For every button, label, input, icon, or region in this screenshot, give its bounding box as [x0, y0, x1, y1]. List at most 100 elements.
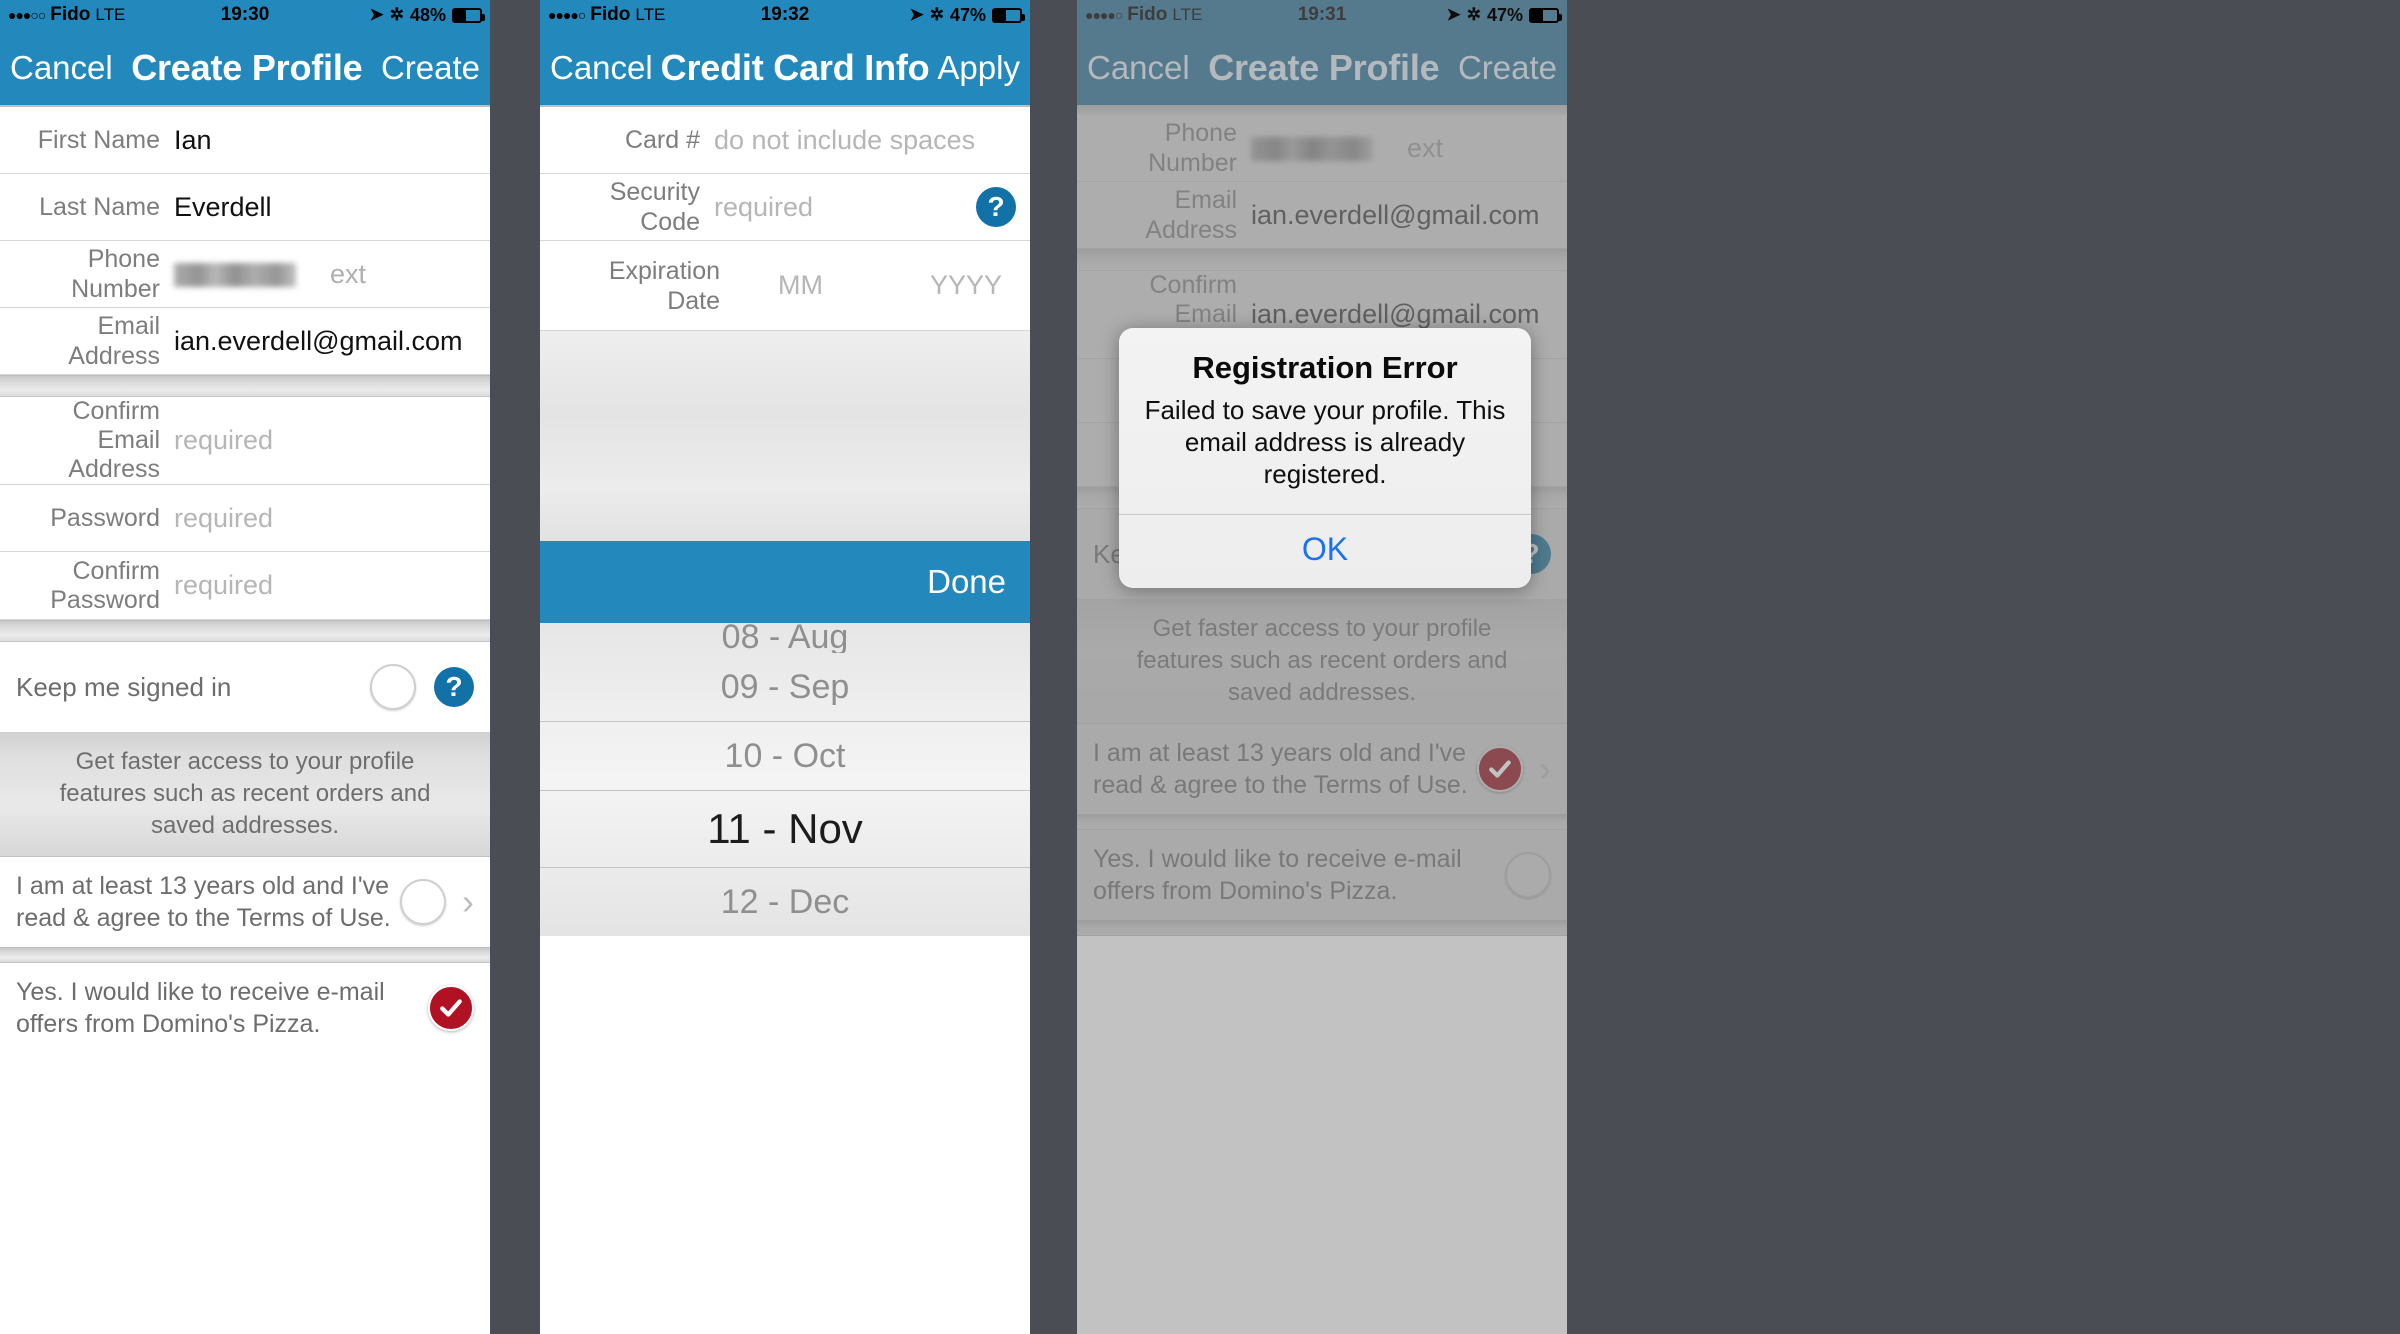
field-row-phone-number[interactable]: Phone Number ext [0, 241, 490, 308]
cancel-button[interactable]: Cancel [10, 49, 113, 87]
keep-signed-in-row[interactable]: Keep me signed in ? [0, 642, 490, 732]
status-bar-right: ➤ ✲ 47% [1446, 5, 1567, 26]
field-row-confirm-password[interactable]: Confirm Password required [0, 552, 490, 620]
chevron-right-icon[interactable]: › [462, 881, 474, 923]
field-row-first-name[interactable]: First Name Ian [0, 107, 490, 174]
status-bar-right: ➤ ✲ 47% [909, 5, 1030, 26]
offers-checkbox-checked[interactable] [428, 985, 474, 1031]
battery-icon [1529, 7, 1562, 23]
create-button[interactable]: Create [381, 49, 480, 87]
help-icon[interactable]: ? [976, 187, 1016, 227]
field-row-expiration-date[interactable]: Expiration Date MM YYYY [540, 241, 1030, 331]
apply-button[interactable]: Apply [937, 49, 1020, 87]
terms-checkbox[interactable] [400, 879, 446, 925]
expiration-month-input[interactable]: MM [778, 270, 823, 301]
redacted-phone-value [174, 263, 296, 288]
alert-body: Registration Error Failed to save your p… [1119, 328, 1531, 514]
keep-signed-in-note: Get faster access to your profile featur… [1077, 599, 1567, 724]
checkmark-icon [440, 999, 462, 1017]
status-bar: ●●●○○ Fido LTE 19:30 ➤ ✲ 48% [0, 0, 490, 30]
status-bar: ●●●●○ Fido LTE 19:31 ➤ ✲ 47% [1077, 0, 1567, 30]
field-row-last-name[interactable]: Last Name Everdell [0, 174, 490, 241]
field-row-phone-number[interactable]: Phone Number ext [1077, 115, 1567, 182]
email-address-input[interactable]: ian.everdell@gmail.com [174, 326, 463, 357]
bluetooth-icon: ✲ [1466, 5, 1481, 24]
confirm-email-input[interactable]: ian.everdell@gmail.com [1251, 299, 1540, 330]
phone-number-label: Phone Number [1148, 119, 1237, 177]
field-row-security-code[interactable]: Security Code required ? [540, 174, 1030, 241]
cancel-button[interactable]: Cancel [550, 49, 653, 87]
last-name-input[interactable]: Everdell [174, 192, 272, 223]
phone-number-input[interactable] [1251, 133, 1373, 164]
picker-toolbar: Done [540, 541, 1030, 623]
picker-option[interactable]: 09 - Sep [540, 653, 1030, 721]
first-name-label: First Name [37, 126, 160, 154]
offers-row[interactable]: Yes. I would like to receive e-mail offe… [0, 963, 490, 1053]
status-bar: ●●●●○ Fido LTE 19:32 ➤ ✲ 47% [540, 0, 1030, 30]
field-row-password[interactable]: Password required [0, 485, 490, 552]
picker-option-selected[interactable]: 11 - Nov [540, 791, 1030, 867]
create-button[interactable]: Create [1458, 49, 1557, 87]
keep-signed-in-checkbox[interactable] [370, 664, 416, 710]
security-code-label: Security Code [609, 178, 700, 236]
chevron-right-icon[interactable]: › [1539, 748, 1551, 790]
profile-form: First Name Ian Last Name Everdell Phone … [0, 107, 490, 1053]
section-separator [0, 947, 490, 963]
terms-row[interactable]: I am at least 13 years old and I've read… [0, 857, 490, 947]
page-title: Create Profile [131, 46, 363, 88]
picker-blank-area [540, 331, 1030, 541]
offers-label: Yes. I would like to receive e-mail offe… [16, 978, 385, 1038]
expiration-date-label: Expiration Date [608, 256, 720, 315]
done-button[interactable]: Done [927, 563, 1006, 601]
confirm-password-input[interactable]: required [174, 570, 273, 601]
battery-percent-label: 48% [409, 4, 446, 25]
phone-ext-input[interactable]: ext [330, 259, 476, 290]
panel-gap [1030, 0, 1077, 1334]
field-row-card-number[interactable]: Card # do not include spaces [540, 107, 1030, 174]
expiration-year-input[interactable]: YYYY [930, 270, 1016, 301]
alert-message: Failed to save your profile. This email … [1144, 395, 1506, 489]
scroll-edge [1077, 107, 1567, 115]
phone-ext-input[interactable]: ext [1407, 133, 1553, 164]
alert-title: Registration Error [1192, 350, 1458, 385]
cancel-button[interactable]: Cancel [1087, 49, 1190, 87]
month-picker-wheel[interactable]: 08 - Aug 09 - Sep 10 - Oct 11 - Nov 12 -… [540, 623, 1030, 936]
terms-row[interactable]: I am at least 13 years old and I've read… [1077, 724, 1567, 814]
section-separator [1077, 920, 1567, 936]
picker-option[interactable]: 12 - Dec [540, 868, 1030, 936]
confirm-password-label: Confirm Password [50, 556, 160, 614]
phone-number-label: Phone Number [71, 245, 160, 303]
security-code-input[interactable]: required [714, 192, 813, 223]
field-row-confirm-email[interactable]: Confirm Email Address required [0, 397, 490, 485]
terms-checkbox-checked[interactable] [1477, 746, 1523, 792]
email-address-input[interactable]: ian.everdell@gmail.com [1251, 200, 1540, 231]
battery-icon [452, 7, 485, 23]
terms-label: I am at least 13 years old and I've read… [1093, 739, 1468, 799]
section-separator [0, 620, 490, 642]
help-icon[interactable]: ? [434, 667, 474, 707]
status-bar-right: ➤ ✲ 48% [369, 5, 490, 26]
offers-checkbox[interactable] [1505, 852, 1551, 898]
alert-ok-button[interactable]: OK [1119, 515, 1531, 588]
field-row-email-address[interactable]: Email Address ian.everdell@gmail.com [0, 308, 490, 375]
card-number-label: Card # [624, 126, 700, 154]
page-title: Credit Card Info [660, 46, 930, 88]
offers-row[interactable]: Yes. I would like to receive e-mail offe… [1077, 830, 1567, 920]
card-number-input[interactable]: do not include spaces [714, 125, 975, 156]
section-separator [1077, 249, 1567, 271]
field-row-email-address[interactable]: Email Address ian.everdell@gmail.com [1077, 182, 1567, 249]
keep-signed-in-note: Get faster access to your profile featur… [0, 732, 490, 857]
nav-bar: Cancel Create Profile Create [0, 30, 490, 107]
phone-panel-credit-card: ●●●●○ Fido LTE 19:32 ➤ ✲ 47% Cancel Cred… [540, 0, 1030, 1334]
first-name-input[interactable]: Ian [174, 125, 212, 156]
password-input[interactable]: required [174, 503, 273, 534]
picker-option[interactable]: 10 - Oct [540, 722, 1030, 790]
terms-label: I am at least 13 years old and I've read… [16, 872, 391, 932]
bluetooth-icon: ✲ [389, 5, 404, 24]
picker-option-partial[interactable]: 08 - Aug [540, 623, 1030, 653]
credit-card-form: Card # do not include spaces Security Co… [540, 107, 1030, 331]
phone-number-input[interactable] [174, 259, 296, 290]
battery-icon [992, 7, 1025, 23]
confirm-email-input[interactable]: required [174, 425, 273, 456]
nav-bar: Cancel Create Profile Create [1077, 30, 1567, 107]
